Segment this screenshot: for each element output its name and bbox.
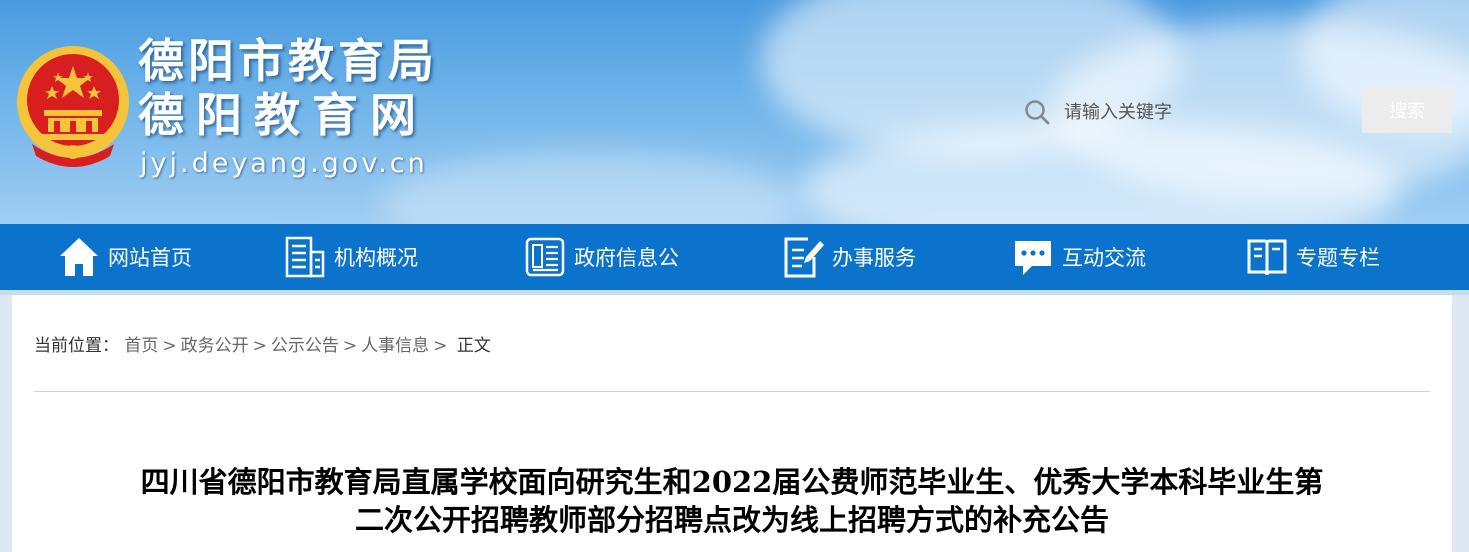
article-title: 四川省德阳市教育局直属学校面向研究生和2022届公费师范毕业生、优秀大学本科毕业… [12, 463, 1452, 539]
breadcrumb-separator: > [252, 336, 267, 356]
site-title-line1: 德阳市教育局 [138, 34, 438, 88]
document-edit-icon [784, 237, 824, 278]
nav-item-services[interactable]: 办事服务 [782, 224, 916, 290]
building-icon [285, 236, 325, 278]
main-nav: 网站首页 机构概况 政府信息公 办事服务 互动交流 专题专栏 [0, 224, 1469, 290]
site-title: 德阳市教育局 德阳教育网 [138, 34, 438, 142]
nav-item-special-topics[interactable]: 专题专栏 [1246, 224, 1380, 290]
article-title-line1: 四川省德阳市教育局直属学校面向研究生和2022届公费师范毕业生、优秀大学本科毕业… [140, 465, 1324, 499]
home-icon [60, 238, 98, 276]
nav-item-label: 机构概况 [334, 246, 418, 270]
content-divider [34, 391, 1430, 392]
nav-item-interaction[interactable]: 互动交流 [1012, 224, 1146, 290]
search-icon[interactable] [1024, 99, 1050, 125]
site-domain: jyj.deyang.gov.cn [140, 148, 428, 179]
nav-item-label: 专题专栏 [1296, 246, 1380, 270]
nav-item-label: 办事服务 [832, 246, 916, 270]
main-content: 当前位置： 首页 > 政务公开 > 公示公告 > 人事信息 > 正文 四川省德阳市教育局直属学… [12, 295, 1452, 552]
search-input[interactable] [1062, 100, 1346, 124]
nav-item-gov-info[interactable]: 政府信息公 [524, 224, 679, 290]
breadcrumb-announcements[interactable]: 公示公告 [271, 336, 339, 356]
search-box [1024, 92, 1346, 132]
newspaper-icon [525, 237, 565, 277]
breadcrumb-prefix: 当前位置： [34, 336, 119, 356]
article-title-line2: 二次公开招聘教师部分招聘点改为线上招聘方式的补充公告 [354, 503, 1109, 537]
national-emblem-icon [17, 46, 129, 167]
breadcrumb-personnel[interactable]: 人事信息 [361, 336, 429, 356]
nav-item-label: 互动交流 [1062, 246, 1146, 270]
breadcrumb-separator: > [342, 336, 358, 356]
search-button[interactable]: 搜索 [1362, 87, 1452, 133]
breadcrumb-separator: > [162, 336, 177, 356]
site-header: 德阳市教育局 德阳教育网 jyj.deyang.gov.cn 搜索 [0, 0, 1469, 224]
breadcrumb-home[interactable]: 首页 [124, 336, 158, 356]
site-title-line2: 德阳教育网 [138, 88, 428, 142]
nav-item-label: 网站首页 [108, 246, 192, 270]
nav-item-label: 政府信息公 [574, 246, 679, 270]
breadcrumb-separator: > [433, 336, 448, 356]
breadcrumb: 当前位置： 首页 > 政务公开 > 公示公告 > 人事信息 > 正文 [34, 331, 491, 356]
breadcrumb-gov-affairs[interactable]: 政务公开 [181, 336, 249, 356]
breadcrumb-current: 正文 [456, 336, 491, 356]
chat-icon [1015, 241, 1051, 275]
nav-item-home[interactable]: 网站首页 [58, 224, 192, 290]
nav-item-organization[interactable]: 机构概况 [284, 224, 418, 290]
book-icon [1247, 239, 1287, 276]
